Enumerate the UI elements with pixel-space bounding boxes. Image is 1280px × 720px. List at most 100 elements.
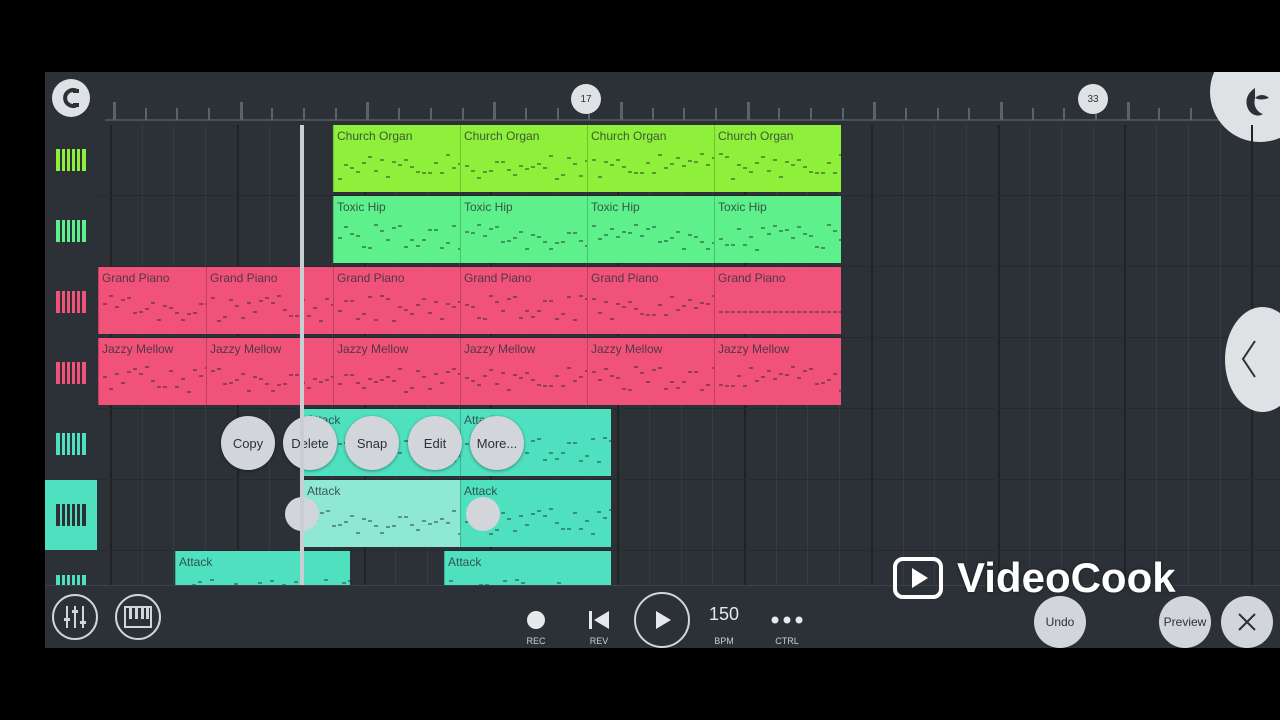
ctrl-button[interactable]: CTRL	[767, 596, 807, 646]
piano-roll-icon	[56, 575, 86, 585]
piano-roll-icon	[56, 433, 86, 455]
pattern-clip[interactable]: Toxic Hip	[587, 196, 714, 263]
clip-label: Attack	[179, 555, 213, 569]
clip-label: Attack	[448, 555, 482, 569]
clip-label: Attack	[307, 484, 341, 498]
videocook-watermark: VideoCook	[893, 553, 1176, 603]
ruler-subtick	[1032, 108, 1034, 120]
record-button[interactable]: REC	[516, 596, 556, 646]
clip-notes	[334, 362, 460, 397]
ruler-subtick	[176, 108, 178, 120]
piano-roll-icon	[56, 149, 86, 171]
pattern-clip[interactable]: Grand Piano	[714, 267, 841, 334]
pattern-clip[interactable]: Toxic Hip	[460, 196, 587, 263]
clip-notes	[715, 149, 841, 184]
magnet-snap-button[interactable]	[52, 79, 90, 117]
pattern-clip[interactable]: Grand Piano	[333, 267, 460, 334]
pattern-clip[interactable]: Church Organ	[460, 125, 587, 192]
track-head-attack-2-selected[interactable]	[45, 480, 97, 550]
pattern-clip[interactable]: Jazzy Mellow	[333, 338, 460, 405]
clip-label: Grand Piano	[337, 271, 405, 285]
undo-button[interactable]: Undo	[1034, 596, 1086, 648]
ruler-tick	[366, 102, 369, 120]
clip-notes	[461, 220, 587, 255]
play-button[interactable]	[634, 592, 690, 648]
piano-roll-icon	[56, 504, 86, 526]
clip-label: Jazzy Mellow	[337, 342, 409, 356]
clip-label: Church Organ	[718, 129, 794, 143]
clip-label: Grand Piano	[591, 271, 659, 285]
delete-button[interactable]: Delete	[283, 416, 337, 470]
pattern-clip[interactable]: Grand Piano	[460, 267, 587, 334]
rewind-label: REV	[589, 636, 609, 646]
pattern-clip[interactable]: Jazzy Mellow	[587, 338, 714, 405]
clip-label: Jazzy Mellow	[718, 342, 790, 356]
pattern-clip[interactable]: Toxic Hip	[714, 196, 841, 263]
ruler-tick	[747, 102, 750, 120]
pattern-clip[interactable]: Grand Piano	[98, 267, 206, 334]
bar-marker-17[interactable]: 17	[571, 84, 601, 114]
playhead[interactable]	[300, 125, 304, 585]
pattern-clip[interactable]: Jazzy Mellow	[714, 338, 841, 405]
clip-label: Grand Piano	[210, 271, 278, 285]
track-head-church-organ[interactable]	[45, 125, 97, 195]
snap-button[interactable]: Snap	[345, 416, 399, 470]
pattern-clip[interactable]: Grand Piano	[206, 267, 333, 334]
piano-roll-icon	[56, 362, 86, 384]
ruler-subtick	[303, 108, 305, 120]
pattern-clip[interactable]: Grand Piano	[587, 267, 714, 334]
pattern-clip[interactable]: Church Organ	[587, 125, 714, 192]
ruler-subtick	[905, 108, 907, 120]
magnet-icon	[63, 88, 79, 108]
ruler-tick	[1127, 102, 1130, 120]
clip-notes	[588, 291, 714, 326]
mixer-button[interactable]	[52, 594, 98, 640]
pattern-clip[interactable]: Church Organ	[714, 125, 841, 192]
pattern-clip[interactable]: Church Organ	[333, 125, 460, 192]
track-head-attack-3[interactable]	[45, 551, 97, 585]
clip-notes	[461, 291, 587, 326]
ruler-subtick	[1063, 108, 1065, 120]
clip-label: Jazzy Mellow	[210, 342, 282, 356]
clip-notes	[334, 291, 460, 326]
clip-resize-handle-right[interactable]	[466, 497, 500, 531]
play-logo-icon	[893, 557, 943, 599]
ruler-subtick	[1158, 108, 1160, 120]
rewind-button[interactable]: REV	[579, 596, 619, 646]
clip-notes	[715, 291, 841, 326]
track-head-jazzy-mellow[interactable]	[45, 338, 97, 408]
playlist-grid[interactable]: Church Organ Church Organ Church Organ C…	[98, 125, 1280, 618]
clip-notes	[461, 362, 587, 397]
close-icon	[1238, 613, 1256, 631]
clip-label: Attack	[464, 484, 498, 498]
clip-label: Church Organ	[591, 129, 667, 143]
ruler-subtick	[462, 108, 464, 120]
pattern-clip[interactable]: Jazzy Mellow	[460, 338, 587, 405]
pattern-clip-selected[interactable]: Attack	[303, 480, 460, 547]
close-button[interactable]	[1221, 596, 1273, 648]
bar-marker-33[interactable]: 33	[1078, 84, 1108, 114]
ruler-subtick	[557, 108, 559, 120]
bpm-value: 150	[708, 604, 740, 624]
timeline-ruler[interactable]: 17 33	[45, 72, 1280, 142]
track-head-grand-piano[interactable]	[45, 267, 97, 337]
pattern-clip[interactable]: Jazzy Mellow	[98, 338, 206, 405]
track-head-toxic-hip[interactable]	[45, 196, 97, 266]
preview-button[interactable]: Preview	[1159, 596, 1211, 648]
ruler-subtick	[208, 108, 210, 120]
ruler-tick	[1000, 102, 1003, 120]
more-button[interactable]: More...	[470, 416, 524, 470]
clip-label: Toxic Hip	[464, 200, 513, 214]
pattern-clip[interactable]: Toxic Hip	[333, 196, 460, 263]
tempo-control[interactable]: 150 BPM	[704, 596, 744, 646]
track-head-attack-1[interactable]	[45, 409, 97, 479]
pattern-clip[interactable]: Jazzy Mellow	[206, 338, 333, 405]
ruler-subtick	[683, 108, 685, 120]
copy-button[interactable]: Copy	[221, 416, 275, 470]
play-icon	[656, 611, 671, 629]
ruler-subtick	[525, 108, 527, 120]
edit-button[interactable]: Edit	[408, 416, 462, 470]
ruler-subtick	[715, 108, 717, 120]
piano-roll-icon	[56, 291, 86, 313]
piano-roll-button[interactable]	[115, 594, 161, 640]
